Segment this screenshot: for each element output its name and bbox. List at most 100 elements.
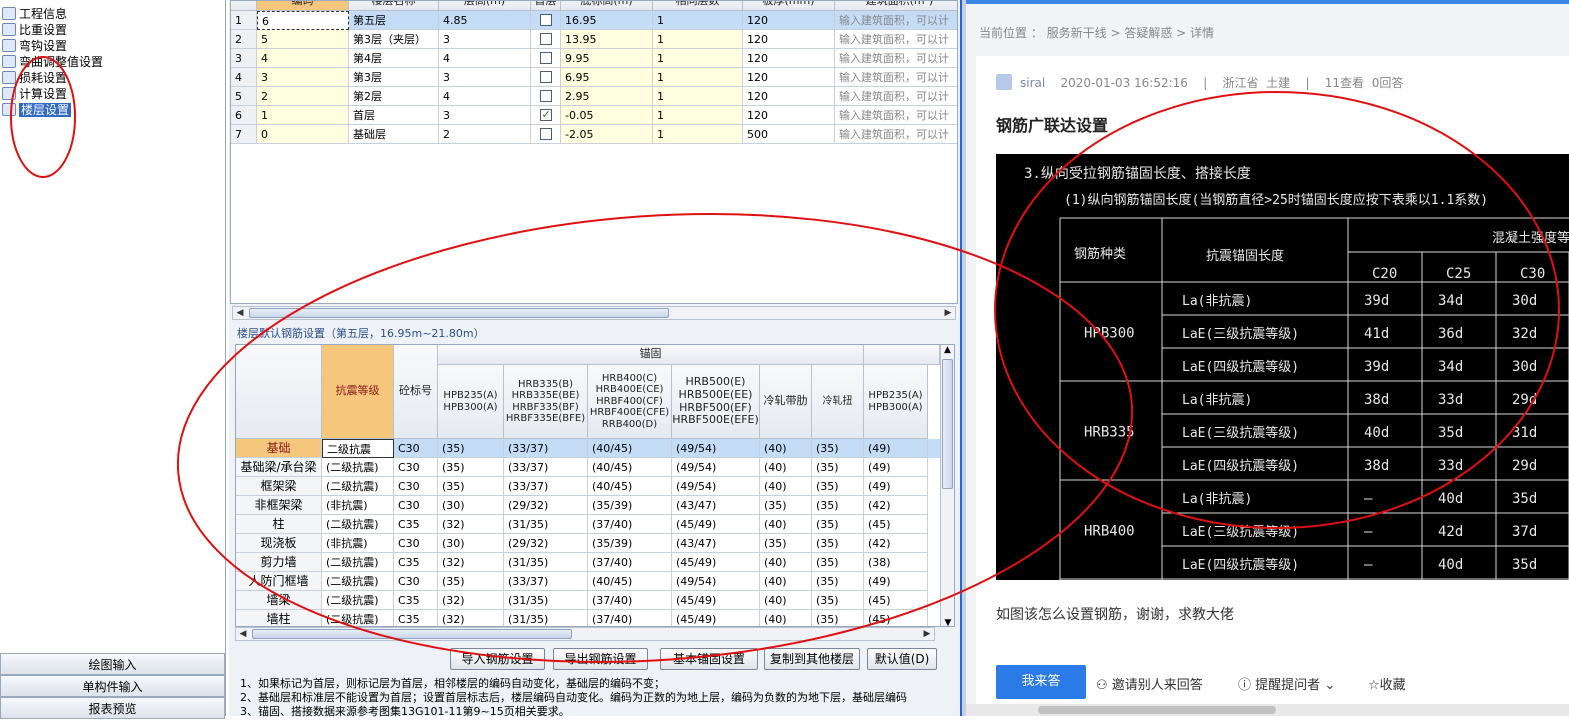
anchorage-value-cell[interactable]: (30) [438, 534, 504, 553]
floor-col-header[interactable]: 底标高(m) [561, 1, 653, 11]
anchorage-value-cell[interactable]: (40) [760, 439, 812, 458]
anchorage-value-cell[interactable]: (32) [438, 610, 504, 626]
floor-cell-thick[interactable]: 120 [743, 68, 835, 87]
floor-cell-thick[interactable]: 120 [743, 30, 835, 49]
anchorage-value-cell[interactable]: (49) [864, 572, 928, 591]
floor-col-header[interactable]: 板厚(mm) [743, 1, 835, 11]
floor-row[interactable]: 7 0 基础层 2 -2.05 1 500 输入建筑面积，可以计 [231, 125, 957, 144]
anchorage-value-cell[interactable]: (40/45) [588, 439, 672, 458]
rebar-col-header[interactable]: 抗震等级 [322, 345, 394, 439]
floor-row[interactable]: 1 6 第五层 4.85 16.95 1 120 输入建筑面积，可以计 [231, 11, 957, 30]
anchorage-value-cell[interactable]: (31/35) [504, 610, 588, 626]
rebar-row[interactable]: 基础梁/承台梁 (二级抗震) C30 (35) (33/37) (40/45) (49/54… [236, 458, 954, 477]
anchorage-value-cell[interactable]: (35/39) [588, 496, 672, 515]
anchorage-value-cell[interactable]: (38) [864, 553, 928, 572]
floor-cell-thick[interactable]: 120 [743, 49, 835, 68]
scroll-down-icon[interactable]: ▼ [941, 618, 954, 626]
floor-row[interactable]: 3 4 第4层 4 9.95 1 120 输入建筑面积，可以计 [231, 49, 957, 68]
anchorage-value-cell[interactable]: (30) [438, 496, 504, 515]
floor-cell-height[interactable]: 2 [439, 125, 531, 144]
anchorage-value-cell[interactable]: (40) [760, 553, 812, 572]
anchorage-value-cell[interactable]: (33/37) [504, 572, 588, 591]
concrete-grade-cell[interactable]: C35 [394, 553, 438, 572]
anchorage-value-cell[interactable]: (45/49) [672, 553, 760, 572]
floor-cell-name[interactable]: 第4层 [349, 49, 439, 68]
nav-single-component[interactable]: 单构件输入 [0, 675, 225, 697]
first-floor-cell[interactable] [531, 49, 561, 68]
concrete-grade-cell[interactable]: C30 [394, 534, 438, 553]
first-floor-cell[interactable] [531, 106, 561, 125]
floor-cell-same[interactable]: 1 [653, 11, 743, 30]
anchorage-value-cell[interactable]: (45) [864, 610, 928, 626]
export-rebar-settings-button[interactable]: 导出钢筋设置 [553, 648, 648, 670]
floor-cell-elev[interactable]: 16.95 [561, 11, 653, 30]
floor-cell-code[interactable]: 3 [257, 68, 349, 87]
anchorage-value-cell[interactable]: (37/40) [588, 610, 672, 626]
concrete-grade-cell[interactable]: C30 [394, 458, 438, 477]
floor-cell-name[interactable]: 第五层 [349, 11, 439, 30]
import-rebar-settings-button[interactable]: 导入钢筋设置 [450, 648, 545, 670]
first-floor-cell[interactable] [531, 87, 561, 106]
tree-item[interactable]: 弯曲调整值设置 [2, 54, 103, 70]
rebar-col-header[interactable]: HRB500(E) HRB500E(EE) HRBF500(EF) HRBF50… [672, 365, 760, 439]
anchorage-value-cell[interactable]: (35) [812, 458, 864, 477]
scroll-left-icon[interactable]: ◀ [233, 307, 247, 319]
anchorage-value-cell[interactable]: (32) [438, 553, 504, 572]
anchorage-value-cell[interactable]: (35) [438, 572, 504, 591]
floor-cell-height[interactable]: 3 [439, 106, 531, 125]
floor-cell-same[interactable]: 1 [653, 30, 743, 49]
first-floor-checkbox[interactable] [539, 71, 552, 83]
floor-cell-code[interactable]: 0 [257, 125, 349, 144]
tree-item[interactable]: 计算设置 [2, 86, 67, 102]
seismic-grade-cell[interactable]: (二级抗震) [322, 515, 394, 534]
floor-cell-same[interactable]: 1 [653, 68, 743, 87]
anchorage-value-cell[interactable]: (40) [760, 515, 812, 534]
anchorage-value-cell[interactable]: (40) [760, 610, 812, 626]
default-values-button[interactable]: 默认值(D) [867, 648, 937, 670]
anchorage-value-cell[interactable]: (49) [864, 458, 928, 477]
anchorage-value-cell[interactable]: (45) [864, 591, 928, 610]
floor-cell-code[interactable]: 4 [257, 49, 349, 68]
floor-cell-name[interactable]: 首层 [349, 106, 439, 125]
scroll-right-icon[interactable]: ▶ [920, 628, 934, 640]
first-floor-cell[interactable] [531, 68, 561, 87]
floor-cell-height[interactable]: 3 [439, 30, 531, 49]
anchorage-value-cell[interactable]: (49) [864, 477, 928, 496]
floor-cell-elev[interactable]: -0.05 [561, 106, 653, 125]
rebar-col-header[interactable]: 冷轧带肋 [760, 365, 812, 439]
area-cell[interactable]: 输入建筑面积，可以计 [835, 106, 957, 125]
floor-col-header[interactable]: 编码 [257, 1, 349, 11]
area-cell[interactable]: 输入建筑面积，可以计 [835, 11, 957, 30]
anchorage-value-cell[interactable]: (35) [812, 477, 864, 496]
floor-cell-name[interactable]: 基础层 [349, 125, 439, 144]
first-floor-checkbox[interactable] [539, 33, 552, 45]
floor-cell-elev[interactable]: 6.95 [561, 68, 653, 87]
floor-cell-elev[interactable]: -2.05 [561, 125, 653, 144]
rebar-table-vscrollbar[interactable]: ▲ ▼ [940, 345, 954, 626]
anchorage-value-cell[interactable]: (43/47) [672, 534, 760, 553]
anchorage-value-cell[interactable]: (33/37) [504, 439, 588, 458]
invite-answer-link[interactable]: ⚇ 邀请别人来回答 [1096, 674, 1203, 693]
anchorage-value-cell[interactable]: (35) [438, 477, 504, 496]
anchorage-value-cell[interactable]: (45/49) [672, 515, 760, 534]
floor-cell-same[interactable]: 1 [653, 125, 743, 144]
floor-table-hscrollbar[interactable]: ◀ ▶ [232, 306, 956, 320]
floor-cell-thick[interactable]: 500 [743, 125, 835, 144]
anchorage-value-cell[interactable]: (35) [812, 572, 864, 591]
scroll-left-icon[interactable]: ◀ [236, 628, 250, 640]
remind-asker-link[interactable]: ⓘ 提醒提问者 ⌄ [1238, 674, 1335, 693]
floor-cell-thick[interactable]: 120 [743, 106, 835, 125]
rebar-table-hscrollbar[interactable]: ◀ ▶ [235, 627, 935, 641]
floor-cell-height[interactable]: 4 [439, 49, 531, 68]
first-floor-checkbox[interactable] [539, 52, 552, 64]
rebar-col-header[interactable]: 冷轧扭 [812, 365, 864, 439]
floor-cell-code[interactable]: 5 [257, 30, 349, 49]
floor-cell-same[interactable]: 1 [653, 106, 743, 125]
rebar-row[interactable]: 剪力墙 (二级抗震) C35 (32) (31/35) (37/40) (45/49) (40… [236, 553, 954, 572]
tree-item[interactable]: 工程信息 [2, 6, 67, 22]
floor-cell-height[interactable]: 3 [439, 68, 531, 87]
scroll-thumb[interactable] [249, 308, 669, 318]
first-floor-checkbox[interactable] [539, 128, 552, 140]
concrete-grade-cell[interactable]: C35 [394, 515, 438, 534]
anchorage-value-cell[interactable]: (35) [812, 534, 864, 553]
